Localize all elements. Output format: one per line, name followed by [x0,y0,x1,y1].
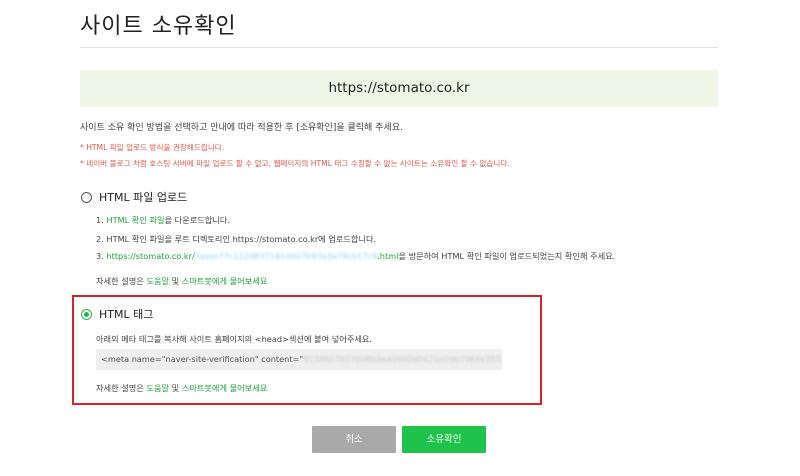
help-link[interactable]: 도움말 [146,383,169,393]
page-title: 사이트 소유확인 [80,14,237,39]
help-link[interactable]: 도움말 [146,276,169,286]
option-html-tag-label[interactable]: HTML 태그 [99,306,153,322]
meta-tag-code[interactable]: <meta name="naver-site-verification" con… [96,349,502,370]
smartbot-link[interactable]: 스마트봇에게 물어보세요 [182,383,267,393]
smartbot-link[interactable]: 스마트봇에게 물어보세요 [182,276,267,286]
tag-instruction: 아래의 메타 태그를 복사해 사이트 홈페이지의 <head>섹션에 붙여 넣어… [96,334,373,344]
file-step-2: 2. HTML 확인 파일을 루트 디렉토리인 https://stomato.… [96,234,377,244]
file-help-text: 자세한 설명은 도움말 및 스마트봇에게 물어보세요 [96,276,268,286]
site-url-banner: https://stomato.co.kr [80,70,718,107]
radio-html-tag[interactable] [81,309,92,320]
title-divider [80,47,718,48]
verify-ownership-button[interactable]: 소유확인 [402,426,486,453]
warning-unsupported: * 네이버 블로그 처럼 호스팅 서버에 파일 업로드 할 수 없고, 웹페이지… [80,159,510,168]
file-step-3: 3. https://stomato.co.kr/naver77c1220837… [96,251,616,261]
verification-file-link[interactable]: https://stomato.co.kr/naver77c1220837181… [106,251,398,261]
html-file-download-link[interactable]: HTML 확인 파일 [106,215,164,225]
intro-text: 사이트 소유 확인 방법을 선택하고 안내에 따라 적용한 후 [소유확인]을 … [80,123,403,133]
warning-recommend: * HTML 파일 업로드 방식을 권장해드립니다. [80,143,225,152]
radio-html-file[interactable] [81,192,92,203]
option-html-file-label[interactable]: HTML 파일 업로드 [99,189,187,205]
tag-help-text: 자세한 설명은 도움말 및 스마트봇에게 물어보세요 [96,383,268,393]
cancel-button[interactable]: 취소 [312,426,396,453]
file-step-1: 1. HTML 확인 파일을 다운로드합니다. [96,215,231,225]
